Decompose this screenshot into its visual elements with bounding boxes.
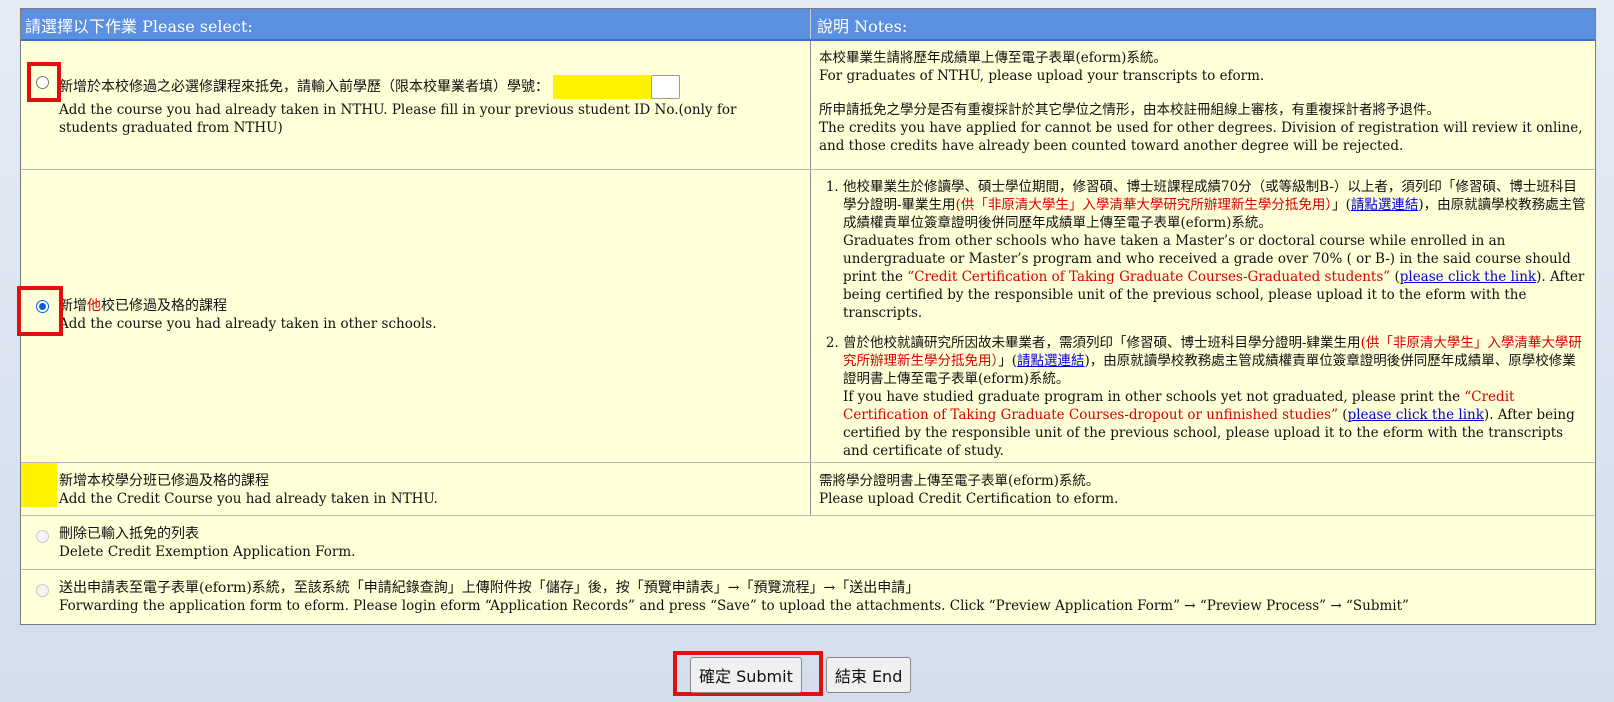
note-text: Please upload Credit Certification to ef… [819, 491, 1119, 507]
link-dropout-en[interactable]: please click the link [1348, 407, 1484, 423]
link-graduated-en[interactable]: please click the link [1400, 269, 1536, 285]
option-row-nthu-course: 新增於本校修過之必選修課程來抵免，請輸入前學歷（限本校畢業者填）學號： Add … [21, 41, 1595, 170]
note-text: The credits you have applied for cannot … [819, 120, 1583, 154]
header-notes: 說明 Notes: [817, 17, 908, 36]
note-text: 本校畢業生請將歷年成績單上傳至電子表單(eform)系統。 [819, 50, 1167, 66]
notes-other-school: 他校畢業生於修讀學、碩士學位期間，修習碩、博士班課程成績70分（或等級制B-）以… [811, 170, 1595, 462]
option-label-en: Add the course you had already taken in … [59, 316, 437, 332]
previous-student-id-input[interactable] [651, 75, 681, 99]
notes-credit-course: 需將學分證明書上傳至電子表單(eform)系統。 Please upload C… [811, 463, 1595, 515]
radio-forward-eform[interactable] [36, 584, 49, 597]
option-row-credit-course: 新增本校學分班已修過及格的課程 Add the Credit Course yo… [21, 463, 1595, 516]
link-dropout-zh[interactable]: 請點選連結 [1017, 353, 1085, 369]
option-label-en: Add the course you had already taken in … [59, 102, 737, 136]
note-text: 需將學分證明書上傳至電子表單(eform)系統。 [819, 473, 1100, 489]
option-label-zh: 新增本校學分班已修過及格的課程 [59, 473, 269, 489]
header-select: 請選擇以下作業 Please select: [21, 9, 811, 39]
link-graduated-zh[interactable]: 請點選連結 [1351, 197, 1419, 213]
credit-exemption-form: 請選擇以下作業 Please select: 說明 Notes: 新增於本校修過… [20, 8, 1596, 625]
note-text: 」( [998, 353, 1018, 369]
note-item-dropout: 曾於他校就讀研究所因故未畢業者，需須列印「修習碩、博士班科目學分證明-肄業生用(… [843, 334, 1587, 460]
note-item-graduated: 他校畢業生於修讀學、碩士學位期間，修習碩、博士班課程成績70分（或等級制B-）以… [843, 178, 1587, 322]
table-header: 請選擇以下作業 Please select: 說明 Notes: [21, 9, 1595, 41]
note-text: 」( [1332, 197, 1351, 213]
option-row-forward: 送出申請表至電子表單(eform)系統，至該系統「申請紀錄查詢」上傳附件按「儲存… [21, 570, 1595, 624]
option-label-zh: 校已修過及格的課程 [101, 298, 227, 314]
submit-button[interactable]: 確定 Submit [690, 657, 802, 693]
option-label-zh-red: 他 [87, 298, 101, 314]
note-text-red: “Credit Certification of Taking Graduate… [907, 269, 1391, 285]
note-text: 所申請抵免之學分是否有重複採計於其它學位之情形，由本校註冊組線上審核，有重複採計… [819, 102, 1440, 118]
note-text: For graduates of NTHU, please upload you… [819, 68, 1265, 84]
note-text: 曾於他校就讀研究所因故未畢業者，需須列印「修習碩、博士班科目學分證明-肄業生用 [843, 335, 1361, 351]
option-label-zh: 刪除已輸入抵免的列表 [59, 526, 199, 542]
highlight-box-radio-nthu [27, 62, 61, 102]
radio-credit-course-highlight[interactable] [21, 463, 57, 507]
radio-delete-list[interactable] [36, 530, 49, 543]
note-text-red: (供「非原清大學生」入學清華大學研究所辦理新生學分抵免用） [955, 197, 1333, 213]
note-text: If you have studied graduate program in … [843, 389, 1461, 405]
option-row-delete: 刪除已輸入抵免的列表 Delete Credit Exemption Appli… [21, 516, 1595, 570]
option-label-en: Forwarding the application form to eform… [59, 598, 1409, 614]
option-label-en: Add the Credit Course you had already ta… [59, 491, 438, 507]
end-button[interactable]: 結束 End [825, 657, 912, 693]
previous-student-id-highlight [553, 75, 652, 99]
action-buttons: 確定 Submit 結束 End [690, 657, 912, 693]
option-label-en: Delete Credit Exemption Application Form… [59, 544, 356, 560]
option-row-other-school: 新增他校已修過及格的課程 Add the course you had alre… [21, 170, 1595, 463]
option-label-zh: 新增 [59, 298, 87, 314]
option-label-zh: 新增於本校修過之必選修課程來抵免，請輸入前學歷（限本校畢業者填）學號： [59, 79, 549, 95]
option-label-zh: 送出申請表至電子表單(eform)系統，至該系統「申請紀錄查詢」上傳附件按「儲存… [59, 580, 920, 596]
notes-nthu-course: 本校畢業生請將歷年成績單上傳至電子表單(eform)系統。 For gradua… [811, 41, 1595, 169]
highlight-box-radio-other [17, 286, 63, 336]
